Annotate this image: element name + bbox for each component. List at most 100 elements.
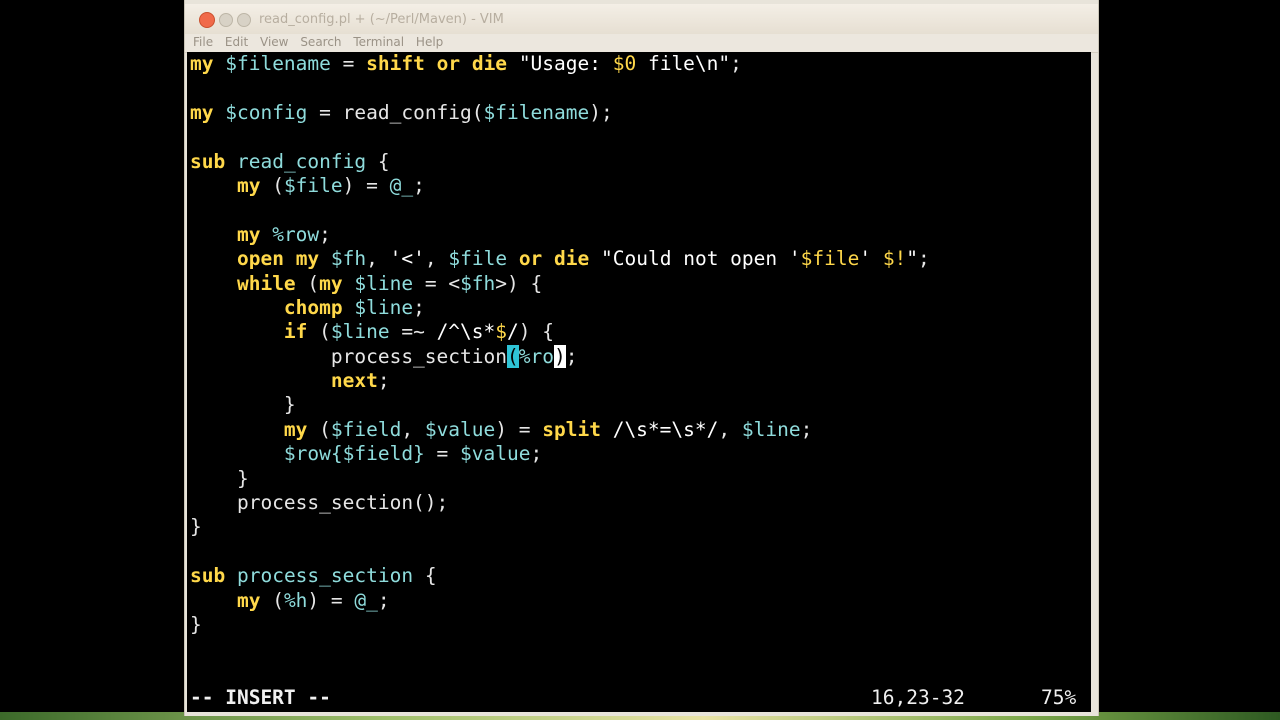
code-token: ; bbox=[565, 344, 578, 368]
code-line[interactable]: sub read_config { bbox=[190, 150, 930, 174]
code-line[interactable]: $row{$field} = $value; bbox=[190, 442, 930, 466]
editor-area[interactable]: my $filename = shift or die "Usage: $0 f… bbox=[187, 52, 1091, 712]
code-token: ( bbox=[506, 344, 519, 368]
close-button[interactable] bbox=[199, 12, 215, 28]
status-line: -- INSERT -- 16,23-32 75% bbox=[187, 686, 1091, 712]
code-line[interactable]: sub process_section { bbox=[190, 564, 930, 588]
code-token: my bbox=[319, 271, 343, 295]
code-token: $line bbox=[741, 417, 801, 441]
code-token: chomp bbox=[283, 295, 343, 319]
code-token: " bbox=[906, 247, 919, 271]
code-token: $! bbox=[882, 247, 907, 271]
minimize-button[interactable] bbox=[219, 13, 233, 27]
code-line[interactable]: process_section(%ro); bbox=[190, 344, 930, 369]
code-token: or bbox=[518, 247, 543, 271]
code-token: while bbox=[236, 271, 296, 295]
code-line[interactable] bbox=[190, 125, 930, 149]
mode-indicator: -- INSERT -- bbox=[190, 686, 331, 709]
code-token: $fh bbox=[460, 271, 496, 295]
code-line[interactable] bbox=[190, 76, 930, 100]
code-token: ) = bbox=[307, 588, 355, 612]
code-token: sub bbox=[190, 564, 226, 588]
code-token: $ bbox=[495, 320, 508, 344]
code-token: =~ bbox=[389, 320, 437, 344]
code-token: = bbox=[330, 52, 367, 75]
code-line[interactable]: my ($field, $value) = split /\s*=\s*/, $… bbox=[190, 418, 930, 442]
code-token: ( bbox=[260, 588, 284, 612]
code-token: $file bbox=[448, 247, 508, 271]
code-token: $file bbox=[800, 247, 860, 271]
code-line[interactable]: my %row; bbox=[190, 223, 930, 247]
code-token: $value bbox=[424, 417, 496, 441]
code-token: ( bbox=[307, 417, 331, 441]
code-token: $config bbox=[225, 100, 308, 124]
code-line[interactable]: } bbox=[190, 467, 930, 491]
maximize-button[interactable] bbox=[237, 13, 251, 27]
code-token: die bbox=[471, 52, 508, 75]
code-line[interactable]: } bbox=[190, 515, 930, 539]
code-token: ) = bbox=[495, 417, 543, 441]
title-bar[interactable]: read_config.pl + (~/Perl/Maven) - VIM bbox=[185, 4, 1098, 34]
code-token: ; bbox=[730, 52, 742, 75]
code-line[interactable]: open my $fh, '<', $file or die "Could no… bbox=[190, 247, 930, 271]
code-token: } bbox=[190, 466, 249, 490]
menu-terminal[interactable]: Terminal bbox=[353, 35, 404, 49]
code-token: my bbox=[236, 222, 261, 246]
code-line[interactable]: my $config = read_config($filename); bbox=[190, 101, 930, 125]
code-line[interactable] bbox=[190, 198, 930, 222]
code-token: or bbox=[436, 52, 461, 75]
code-buffer[interactable]: my $filename = shift or die "Usage: $0 f… bbox=[190, 52, 930, 637]
code-token: my bbox=[190, 52, 214, 75]
code-token: read_config bbox=[236, 149, 367, 173]
code-token: if bbox=[283, 320, 308, 344]
code-token: } bbox=[190, 515, 202, 539]
code-token: @_ bbox=[389, 173, 414, 197]
code-token: $line bbox=[330, 320, 390, 344]
code-token: '<' bbox=[389, 247, 425, 271]
code-line[interactable] bbox=[190, 540, 930, 564]
code-line[interactable]: my ($file) = @_; bbox=[190, 174, 930, 198]
code-token: { bbox=[366, 149, 390, 173]
code-token: split bbox=[542, 417, 601, 441]
code-line[interactable]: process_section(); bbox=[190, 491, 930, 515]
menu-view[interactable]: View bbox=[260, 35, 288, 49]
code-line[interactable]: } bbox=[190, 393, 930, 417]
code-token: , bbox=[366, 247, 390, 271]
code-line[interactable]: my (%h) = @_; bbox=[190, 589, 930, 613]
code-line[interactable]: if ($line =~ /^\s*$/) { bbox=[190, 320, 930, 344]
code-token: shift bbox=[366, 52, 425, 75]
code-token: = bbox=[424, 442, 461, 466]
code-line[interactable]: while (my $line = <$fh>) { bbox=[190, 272, 930, 296]
code-token: "Usage: bbox=[518, 52, 613, 75]
code-token: ); bbox=[589, 100, 613, 124]
code-token: = read_config( bbox=[307, 100, 484, 124]
menu-edit[interactable]: Edit bbox=[225, 35, 248, 49]
code-token: ) { bbox=[518, 320, 554, 344]
code-token: $fh bbox=[330, 247, 367, 271]
code-token: next bbox=[330, 369, 378, 393]
code-token: , bbox=[718, 417, 742, 441]
menu-search[interactable]: Search bbox=[300, 35, 341, 49]
code-line[interactable]: my $filename = shift or die "Usage: $0 f… bbox=[190, 52, 930, 76]
code-line[interactable]: next; bbox=[190, 369, 930, 393]
code-line[interactable]: chomp $line; bbox=[190, 296, 930, 320]
code-token: ; bbox=[319, 222, 331, 246]
menu-file[interactable]: File bbox=[193, 35, 213, 49]
code-token: die bbox=[554, 247, 590, 271]
code-line[interactable]: } bbox=[190, 613, 930, 637]
menu-help[interactable]: Help bbox=[416, 35, 443, 49]
